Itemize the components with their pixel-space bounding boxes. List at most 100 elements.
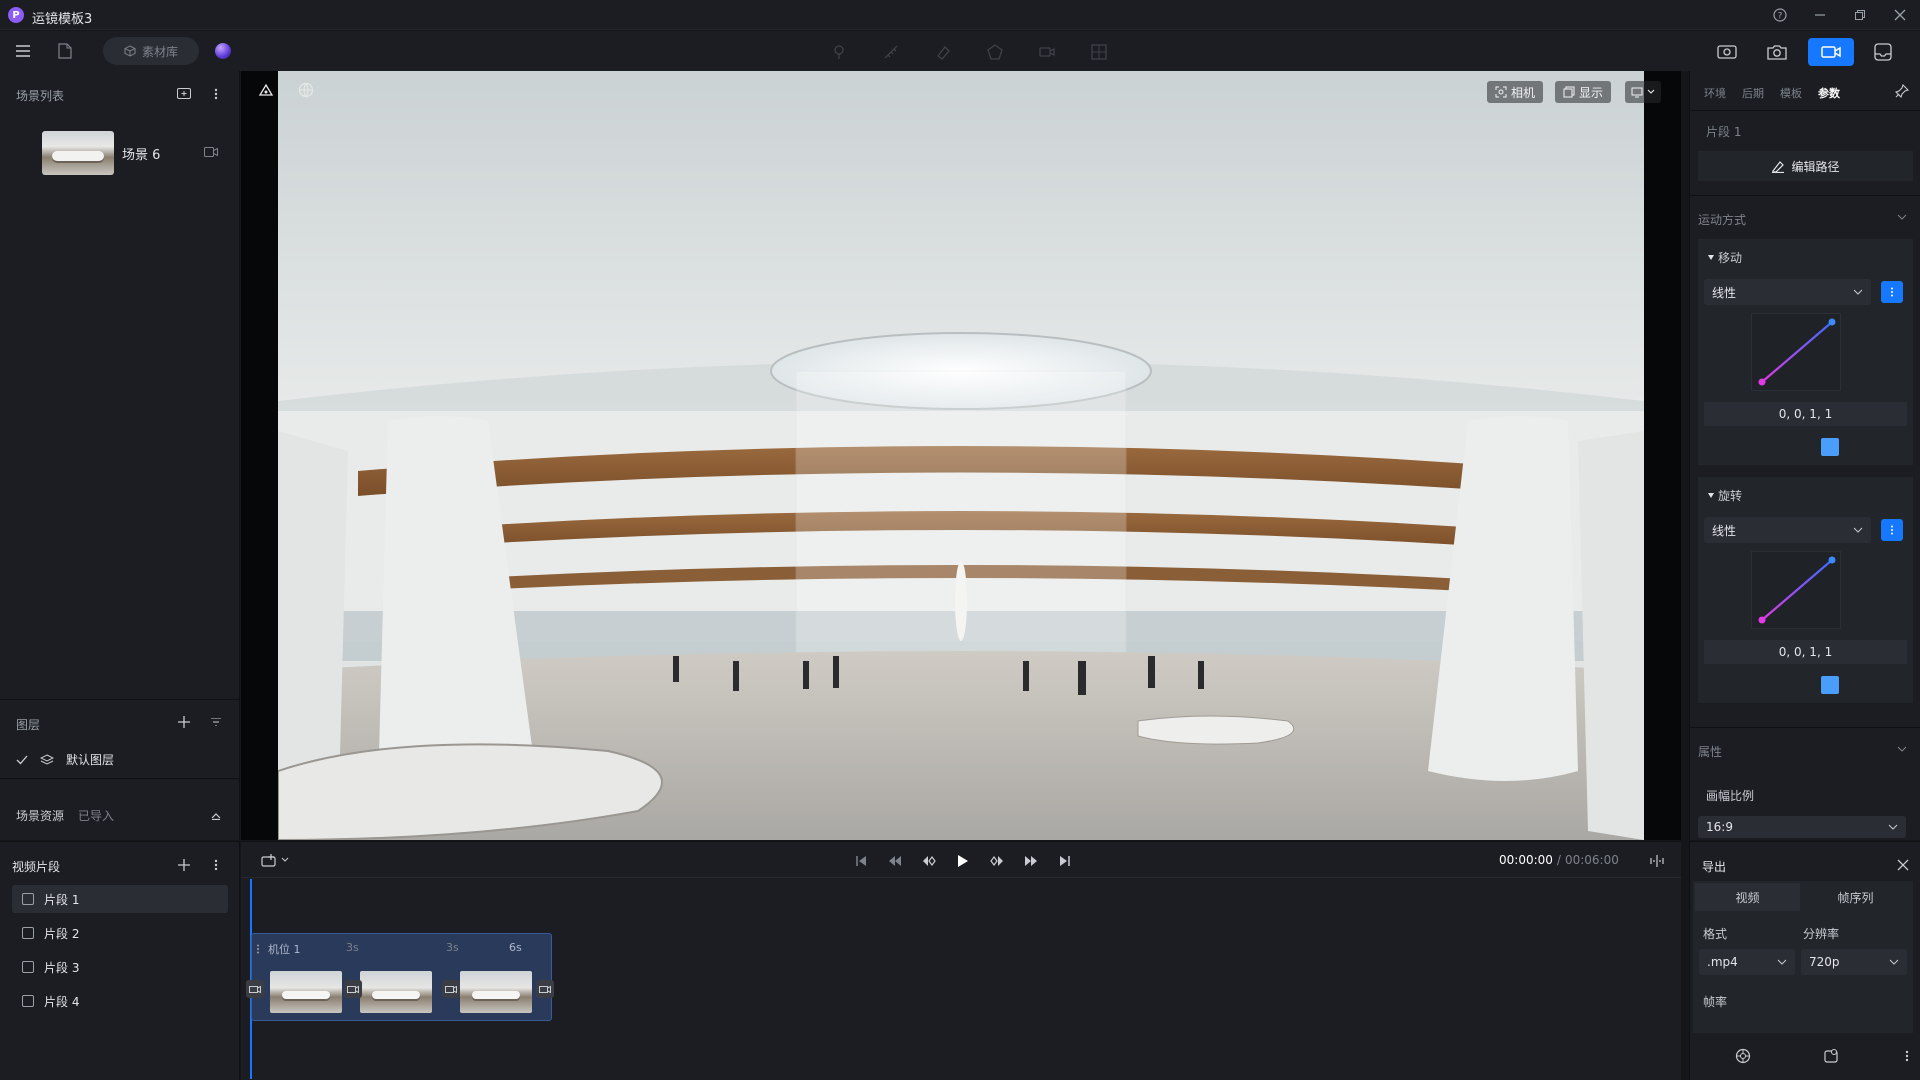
globe-icon[interactable]	[295, 79, 317, 101]
photo-icon[interactable]	[1756, 38, 1798, 66]
track-header[interactable]: 机位 1	[256, 941, 301, 957]
chevron-down-icon	[1647, 89, 1655, 95]
clip-item-3[interactable]: 片段 3	[12, 953, 228, 981]
video-camera-icon[interactable]	[1808, 38, 1854, 66]
render-preview[interactable]	[278, 71, 1644, 840]
tab-parameters[interactable]: 参数	[1818, 85, 1840, 101]
zoom-fit-icon[interactable]	[1647, 851, 1667, 871]
menu-icon[interactable]	[14, 42, 32, 60]
close-icon[interactable]	[1896, 858, 1910, 872]
add-keyframe-dropdown[interactable]	[261, 853, 289, 867]
main-toolbar: 素材库	[0, 31, 1920, 71]
skip-start-icon[interactable]	[851, 851, 871, 871]
rotate-curve-value-field[interactable]: 0, 0, 1, 1	[1704, 640, 1907, 664]
camera-toggle[interactable]: 相机	[1487, 81, 1544, 103]
tab-video[interactable]: 视频	[1695, 883, 1800, 911]
attributes-title: 属性	[1698, 745, 1723, 759]
play-icon[interactable]	[953, 851, 973, 871]
clip-item-2[interactable]: 片段 2	[12, 919, 228, 947]
tab-post[interactable]: 后期	[1742, 85, 1764, 101]
more-icon[interactable]	[1902, 1049, 1912, 1063]
more-icon[interactable]	[208, 857, 224, 873]
eraser-icon	[934, 43, 952, 61]
camera-label: 相机	[1511, 85, 1536, 100]
tab-environment[interactable]: 环境	[1704, 85, 1726, 101]
time-separator: /	[1556, 853, 1561, 867]
keyframe-camera-icon[interactable]	[246, 980, 264, 998]
rewind-icon[interactable]	[885, 851, 905, 871]
prev-keyframe-icon[interactable]	[919, 851, 939, 871]
keyframe-camera-icon[interactable]	[442, 980, 460, 998]
3d-viewport[interactable]: 相机 显示	[241, 71, 1681, 840]
keyframe-camera-icon[interactable]	[344, 980, 362, 998]
time-display: 00:00:00 / 00:06:00	[1499, 853, 1619, 867]
scene-assets-header[interactable]: 场景资源 已导入	[16, 807, 114, 824]
rotate-title: 旋转	[1718, 489, 1743, 503]
chevron-down-icon	[281, 857, 289, 863]
view-options-dropdown[interactable]	[1625, 81, 1661, 103]
rotate-header[interactable]: 旋转	[1708, 487, 1742, 504]
panorama-icon[interactable]	[1706, 38, 1748, 66]
rotate-curve-select[interactable]: 线性	[1704, 517, 1871, 543]
chevron-down-icon[interactable]	[1896, 211, 1908, 223]
add-scene-icon[interactable]	[176, 87, 192, 101]
next-keyframe-icon[interactable]	[987, 851, 1007, 871]
rotate-curve-graph[interactable]	[1751, 551, 1841, 629]
clips-title: 视频片段	[12, 860, 61, 874]
minimize-icon[interactable]	[1811, 6, 1829, 24]
rotate-options-button[interactable]	[1881, 519, 1903, 541]
clip-item-4[interactable]: 片段 4	[12, 987, 228, 1015]
add-layer-icon[interactable]	[176, 714, 192, 730]
pin-icon[interactable]	[1894, 83, 1910, 99]
more-icon[interactable]	[208, 86, 224, 102]
move-curve-select[interactable]: 线性	[1704, 279, 1871, 305]
clip-item-1[interactable]: 片段 1	[12, 885, 228, 913]
move-options-button[interactable]	[1881, 281, 1903, 303]
time-mark: 3s	[446, 941, 459, 954]
caret-down-icon	[1708, 493, 1714, 498]
window-title: 运镜模板3	[32, 12, 93, 27]
frame-thumbnail	[270, 971, 342, 1013]
close-icon[interactable]	[1891, 6, 1909, 24]
add-clip-icon[interactable]	[176, 857, 192, 873]
camera-icon[interactable]	[204, 146, 218, 158]
drag-handle-icon[interactable]	[256, 944, 260, 954]
fast-forward-icon[interactable]	[1021, 851, 1041, 871]
keyframe-camera-icon[interactable]	[536, 980, 554, 998]
output-icon[interactable]	[1862, 38, 1904, 66]
video-clips-panel: 视频片段 片段 1 片段 2 片段 3 片段 4	[0, 841, 240, 1080]
chevron-up-icon[interactable]	[208, 808, 224, 824]
rotate-section: 旋转 线性 0, 0, 1, 1	[1698, 477, 1913, 703]
tab-template[interactable]: 模板	[1780, 85, 1802, 101]
resolution-select[interactable]: 720p	[1801, 949, 1907, 975]
view-options-icon	[1631, 86, 1643, 98]
tab-frame-sequence[interactable]: 帧序列	[1803, 883, 1908, 911]
aspect-ratio-select[interactable]: 16:9	[1698, 816, 1906, 838]
filter-icon[interactable]	[208, 714, 224, 730]
move-section: 移动 线性 0, 0, 1, 1	[1698, 239, 1913, 465]
material-library-button[interactable]: 素材库	[103, 37, 199, 65]
help-icon[interactable]: ?	[1771, 6, 1789, 24]
restore-icon[interactable]	[1851, 6, 1869, 24]
move-header[interactable]: 移动	[1708, 249, 1742, 266]
edit-path-button[interactable]: 编辑路径	[1698, 151, 1913, 181]
scene-item[interactable]: 场景 6	[0, 123, 240, 183]
camera-track[interactable]: 机位 1 3s 3s 6s	[246, 933, 554, 1021]
move-color-swatch[interactable]	[1821, 438, 1839, 456]
format-select[interactable]: .mp4	[1699, 949, 1795, 975]
render-queue-icon[interactable]	[1822, 1047, 1840, 1065]
skip-end-icon[interactable]	[1055, 851, 1075, 871]
display-toggle[interactable]: 显示	[1555, 81, 1612, 103]
framerate-label: 帧率	[1703, 995, 1728, 1009]
ai-orb-icon[interactable]	[215, 43, 231, 59]
chevron-down-icon[interactable]	[1896, 743, 1908, 755]
export-settings-icon[interactable]	[1734, 1047, 1752, 1065]
layer-name: 默认图层	[66, 753, 115, 767]
move-curve-graph[interactable]	[1751, 313, 1841, 391]
transform-icon[interactable]	[255, 79, 277, 101]
document-icon[interactable]	[56, 42, 74, 60]
rotate-color-swatch[interactable]	[1821, 676, 1839, 694]
move-curve-value-field[interactable]: 0, 0, 1, 1	[1704, 402, 1907, 426]
check-icon[interactable]	[16, 755, 28, 765]
layer-item[interactable]: 默认图层	[16, 751, 114, 768]
